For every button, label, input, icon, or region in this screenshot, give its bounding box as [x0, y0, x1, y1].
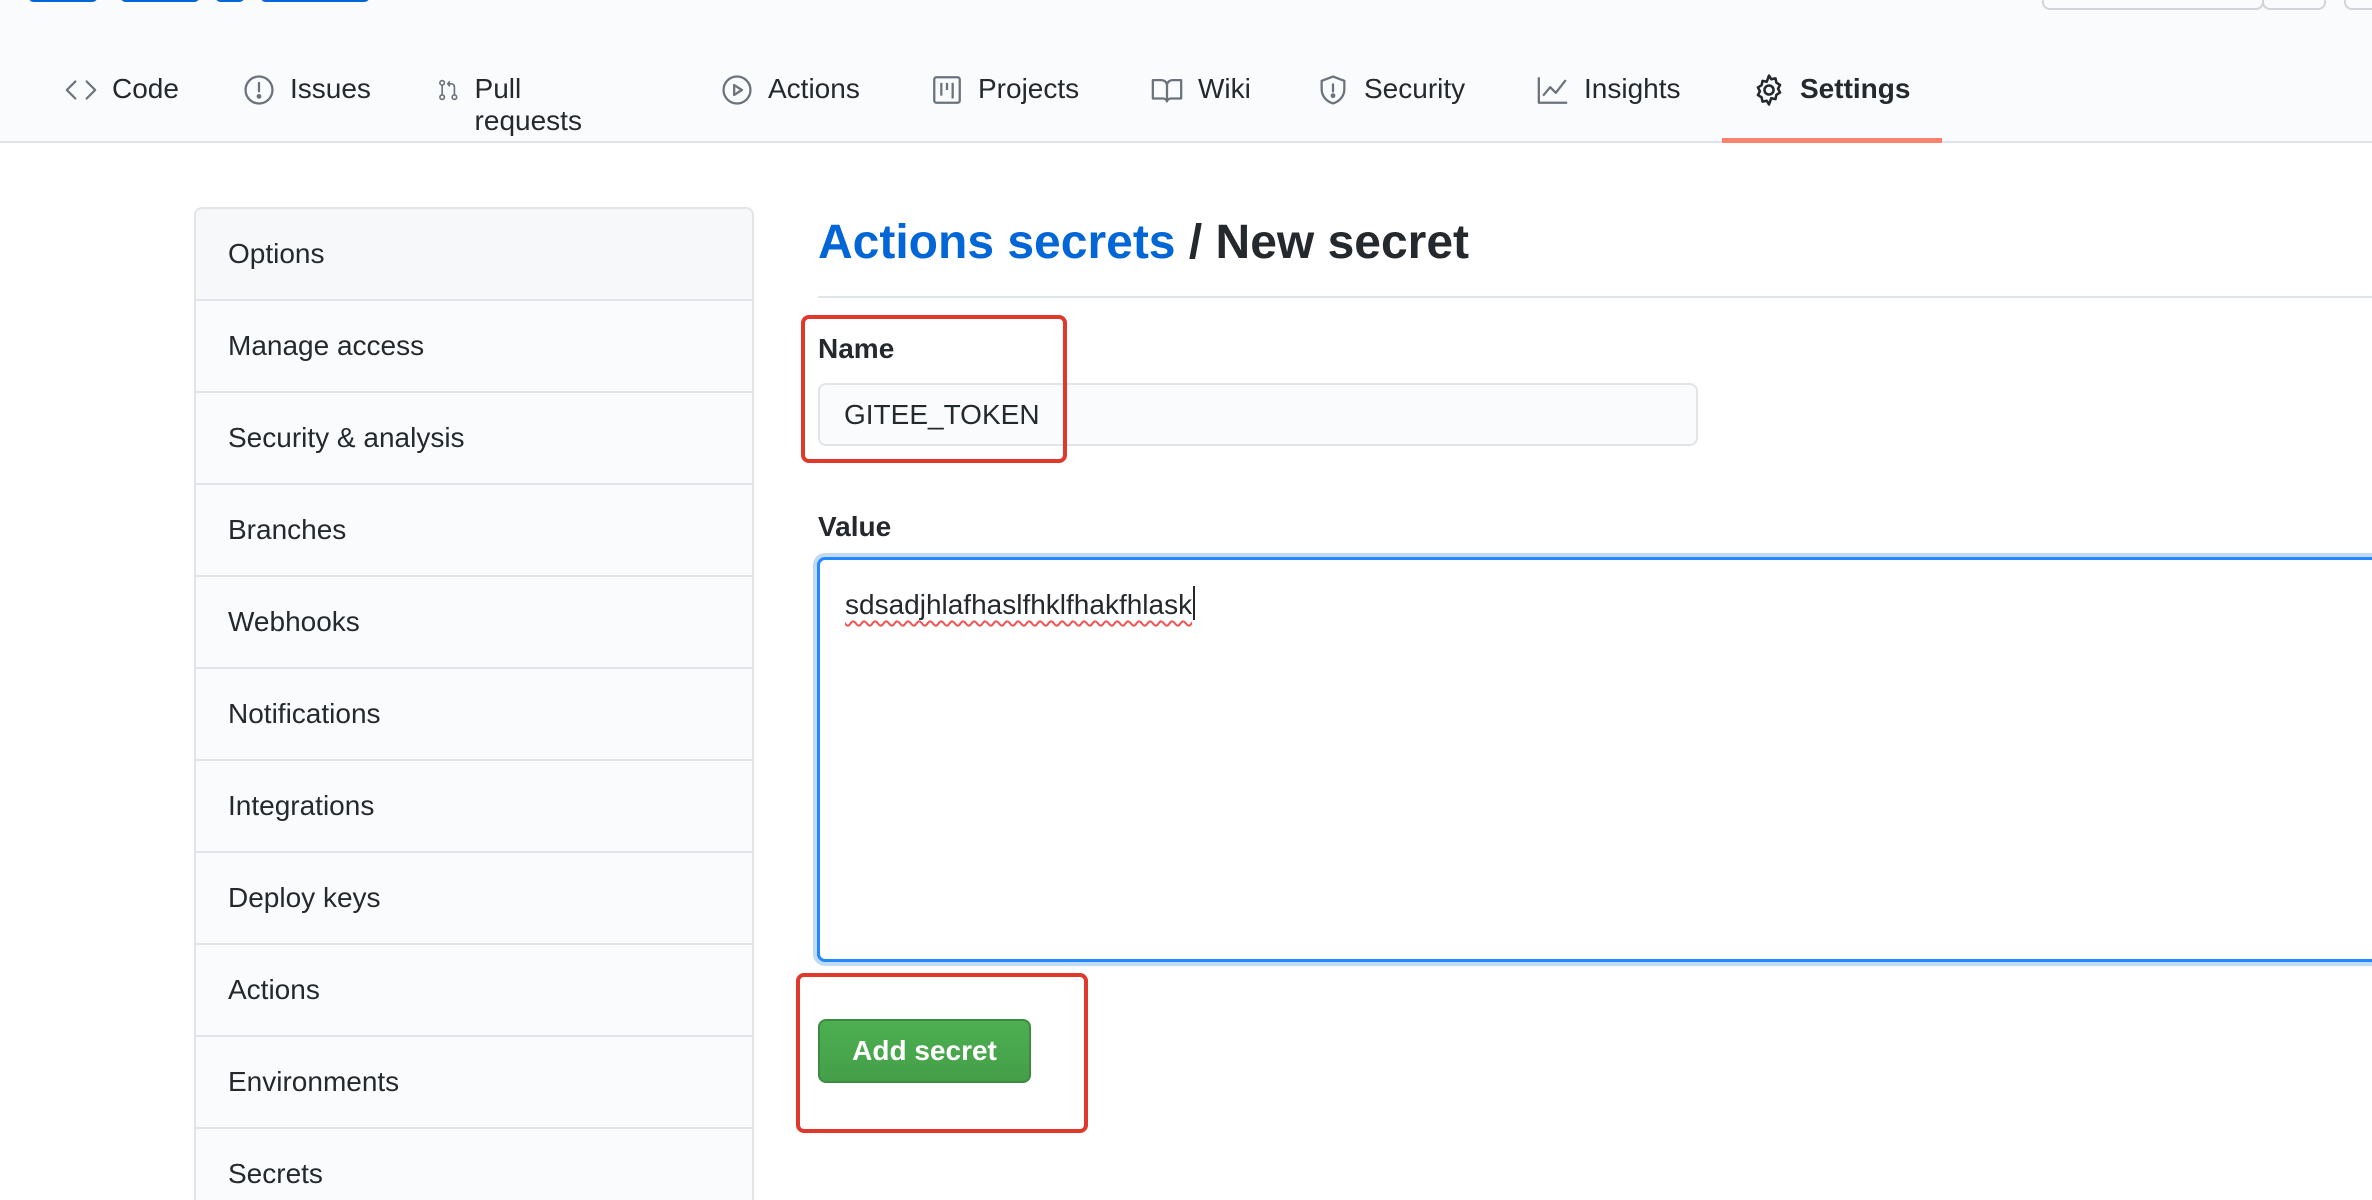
fork-button-cropped[interactable]	[2344, 0, 2372, 10]
tab-label: Wiki	[1198, 73, 1251, 104]
star-button-cropped[interactable]	[2262, 0, 2326, 10]
sidebar-item-deploy-keys[interactable]: Deploy keys	[196, 853, 752, 945]
divider	[818, 296, 2372, 298]
page-title: Actions secrets / New secret	[818, 215, 1469, 270]
tab-security[interactable]: Security	[1316, 62, 1465, 143]
annotation-box-name	[801, 315, 1067, 463]
pull-request-icon	[439, 79, 458, 101]
tab-insights[interactable]: Insights	[1536, 62, 1681, 143]
sidebar-item-label: Branches	[228, 514, 347, 545]
watch-button-cropped[interactable]	[2042, 0, 2264, 10]
breadcrumb-separator: /	[1188, 216, 1203, 269]
tab-issues[interactable]: Issues	[242, 62, 371, 143]
sidebar-item-integrations[interactable]: Integrations	[196, 761, 752, 853]
sidebar-item-label: Options	[228, 238, 325, 269]
tab-label: Code	[112, 73, 179, 104]
sidebar-item-manage-access[interactable]: Manage access	[196, 301, 752, 393]
tab-projects[interactable]: Projects	[930, 62, 1079, 143]
selected-tab-indicator	[1722, 138, 1942, 143]
value-textarea[interactable]: sdsadjhlafhaslfhklfhakfhlask	[817, 557, 2372, 962]
book-icon	[1151, 78, 1183, 103]
tab-label: Security	[1364, 73, 1466, 104]
sidebar-item-actions[interactable]: Actions	[196, 945, 752, 1037]
issue-icon	[244, 75, 274, 105]
sidebar-item-environments[interactable]: Environments	[196, 1037, 752, 1129]
breadcrumb-actions-secrets-link[interactable]: Actions secrets	[818, 216, 1176, 269]
shield-icon	[1320, 75, 1346, 105]
tab-label: Projects	[978, 73, 1080, 104]
value-label: Value	[818, 511, 892, 542]
tab-code[interactable]: Code	[64, 62, 179, 143]
tab-label: Actions	[768, 73, 860, 104]
tab-settings[interactable]: Settings	[1752, 62, 1910, 143]
repo-title-cropped	[0, 0, 400, 4]
value-textarea-text: sdsadjhlafhaslfhklfhakfhlask	[845, 589, 1193, 620]
sidebar-item-label: Secrets	[228, 1158, 323, 1189]
sidebar-item-label: Actions	[228, 974, 320, 1005]
project-icon	[933, 76, 961, 104]
code-icon	[65, 80, 97, 100]
graph-icon	[1537, 77, 1568, 104]
sidebar-item-label: Integrations	[228, 790, 375, 821]
sidebar-item-label: Security & analysis	[228, 422, 465, 453]
tab-actions[interactable]: Actions	[720, 62, 860, 143]
tab-label: Pull requests	[474, 73, 582, 136]
sidebar-item-label: Manage access	[228, 330, 425, 361]
sidebar-item-label: Notifications	[228, 698, 381, 729]
tab-wiki[interactable]: Wiki	[1150, 62, 1251, 143]
sidebar-item-security-analysis[interactable]: Security & analysis	[196, 393, 752, 485]
gear-icon	[1756, 74, 1782, 106]
settings-sidebar: Options Manage access Security & analysi…	[194, 207, 754, 1200]
annotation-box-add-secret	[796, 973, 1088, 1133]
sidebar-item-label: Webhooks	[228, 606, 360, 637]
tab-label: Insights	[1584, 73, 1681, 104]
tab-pull-requests[interactable]: Pull requests	[436, 62, 591, 143]
text-caret	[1193, 586, 1196, 620]
repo-header: Code Issues Pull requests Actions Projec…	[0, 0, 2372, 143]
sidebar-item-label: Deploy keys	[228, 882, 381, 913]
sidebar-item-label: Environments	[228, 1066, 400, 1097]
tab-label: Issues	[290, 73, 371, 104]
sidebar-item-options[interactable]: Options	[196, 209, 752, 301]
sidebar-item-branches[interactable]: Branches	[196, 485, 752, 577]
breadcrumb-current: New secret	[1215, 216, 1470, 269]
play-icon	[722, 75, 752, 105]
sidebar-item-notifications[interactable]: Notifications	[196, 669, 752, 761]
sidebar-item-webhooks[interactable]: Webhooks	[196, 577, 752, 669]
sidebar-item-secrets[interactable]: Secrets	[196, 1129, 752, 1200]
tab-label: Settings	[1800, 73, 1911, 104]
